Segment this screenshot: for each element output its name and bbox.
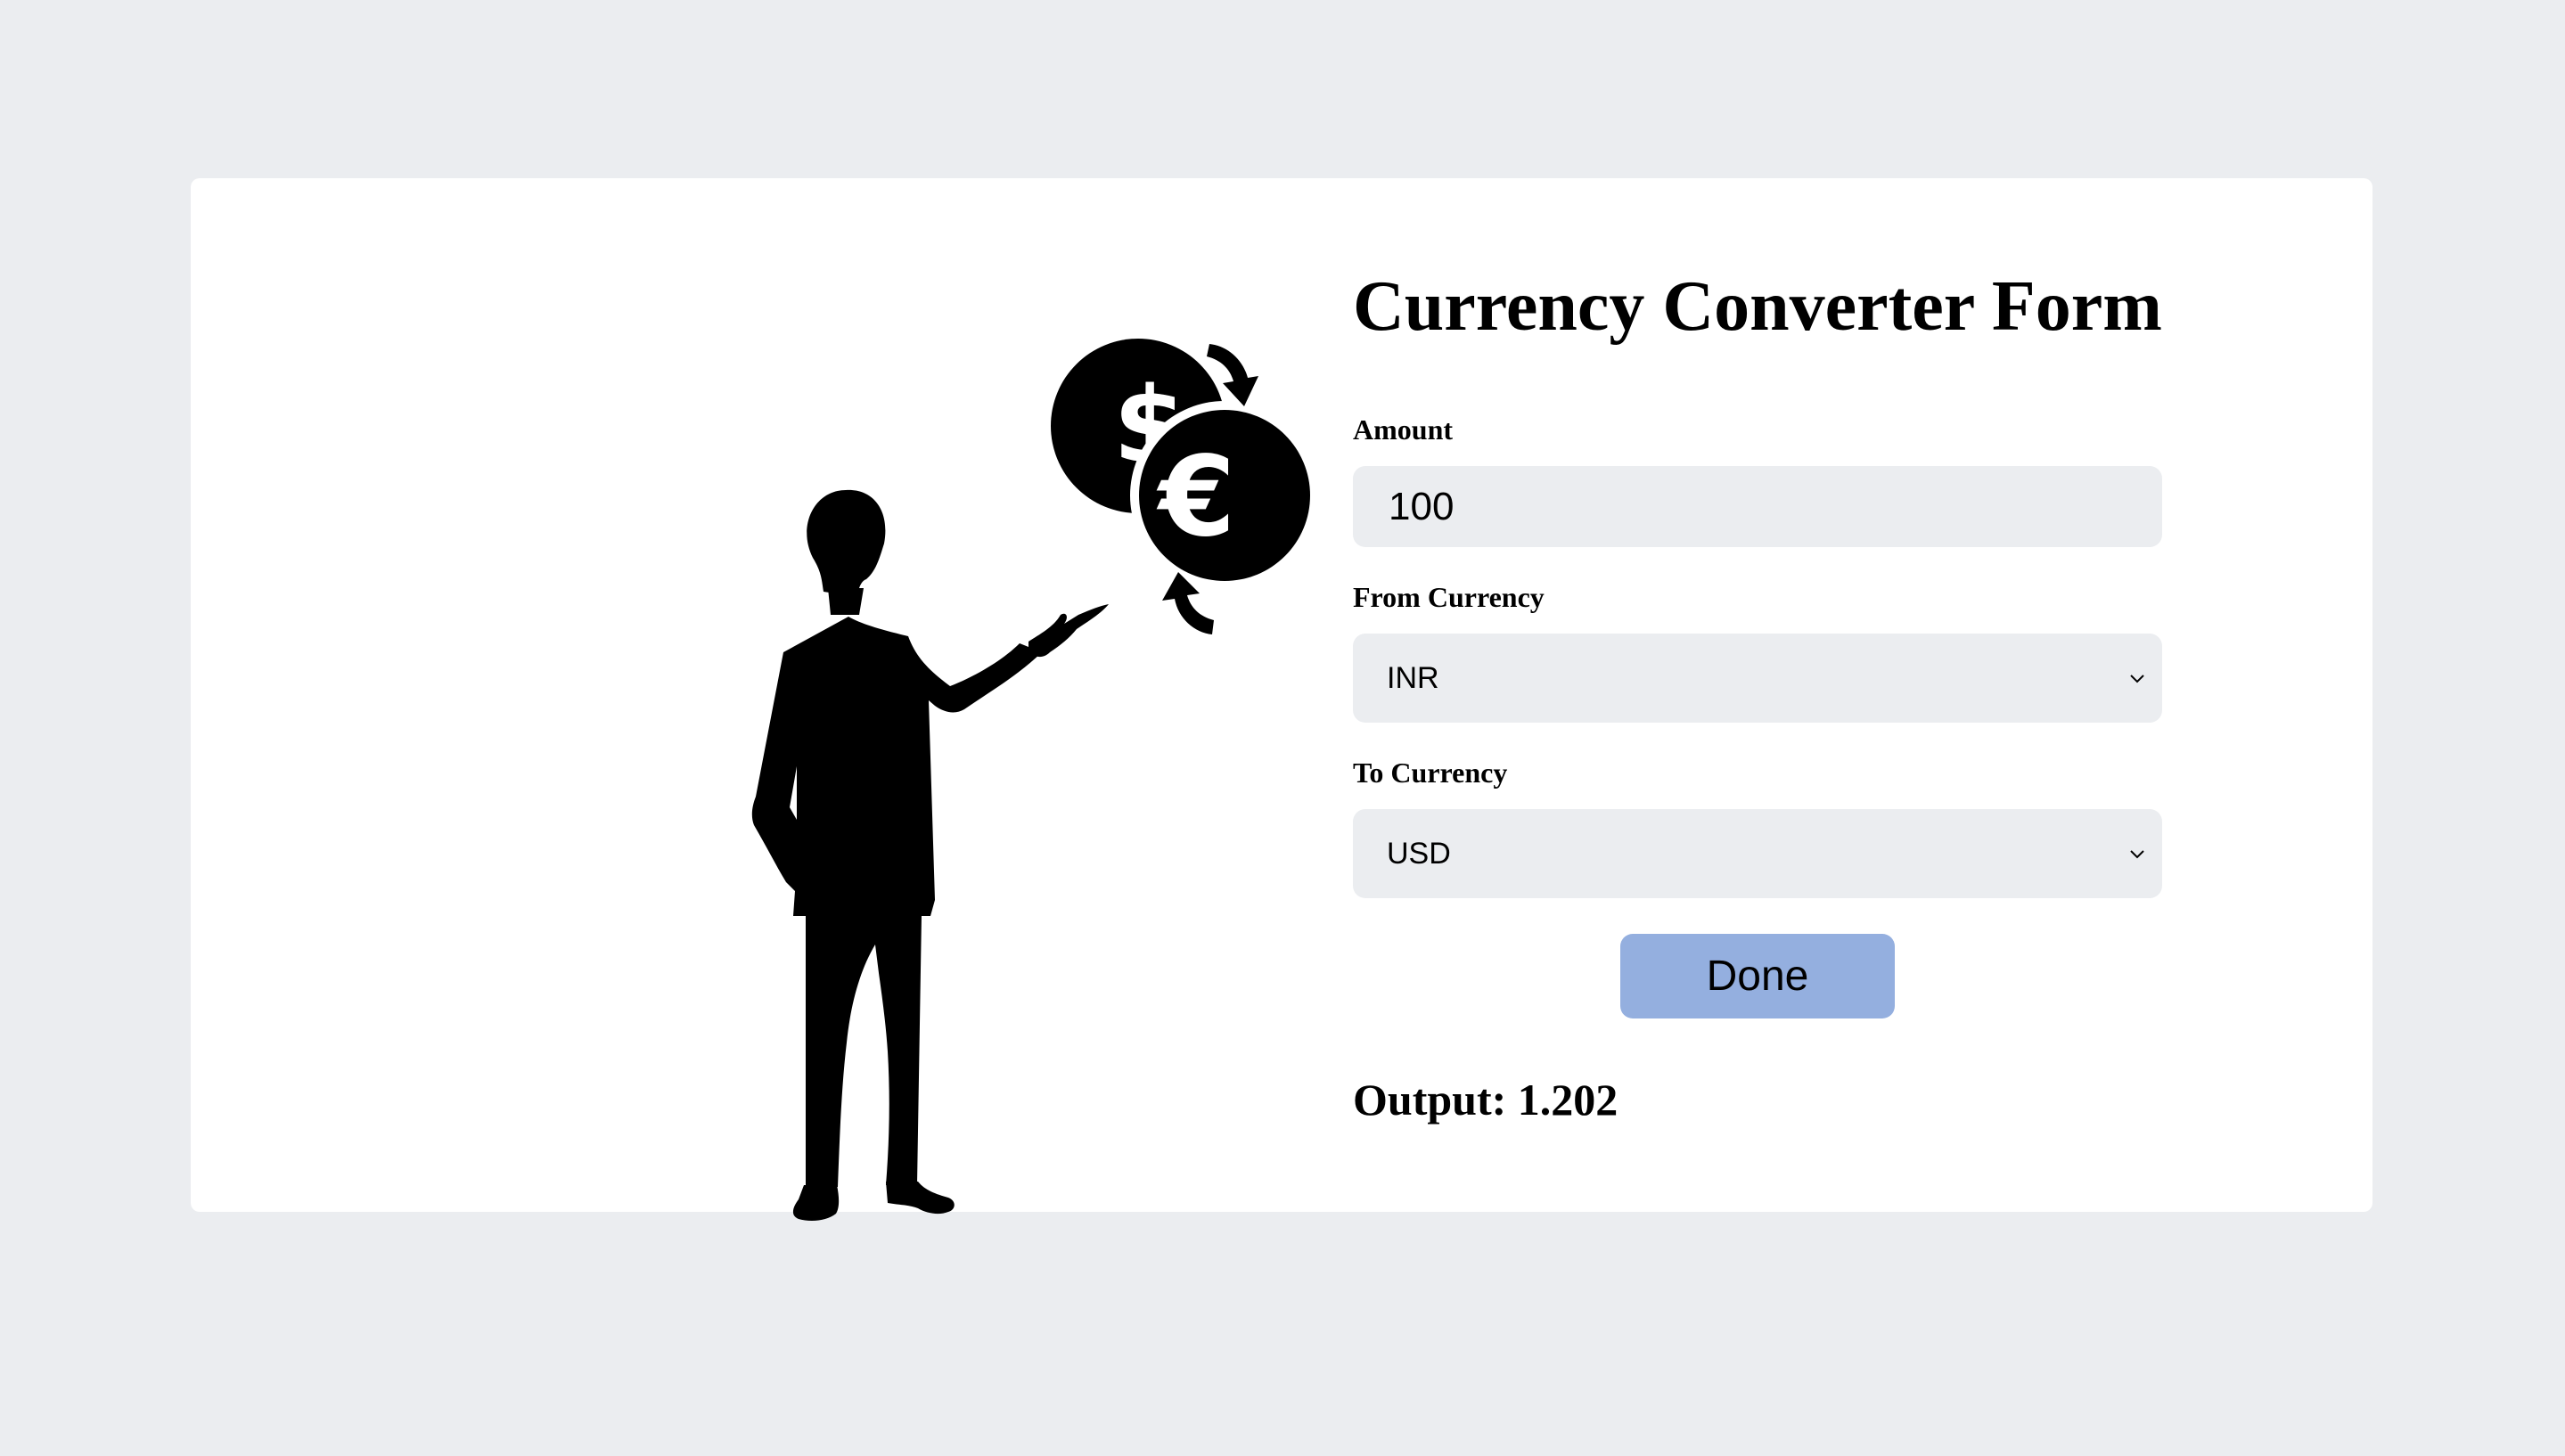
euro-coin-icon: € <box>1130 401 1319 590</box>
output-label: Output: <box>1353 1075 1507 1125</box>
output-value: 1.202 <box>1517 1075 1618 1125</box>
output-result: Output: 1.202 <box>1353 1073 1618 1126</box>
converter-card: $ € Currency Converter Form Amount From … <box>191 178 2372 1221</box>
done-button[interactable]: Done <box>1620 934 1895 1018</box>
currency-exchange-illustration: $ € <box>529 321 1403 1240</box>
chevron-down-icon <box>2130 850 2144 859</box>
to-currency-value: USD <box>1387 836 1451 871</box>
businessman-silhouette <box>751 489 1109 1221</box>
from-currency-label: From Currency <box>1353 581 1545 613</box>
svg-text:€: € <box>1156 433 1235 561</box>
from-currency-select[interactable]: INR <box>1353 634 2162 723</box>
to-currency-label: To Currency <box>1353 757 1508 789</box>
to-currency-select[interactable]: USD <box>1353 809 2162 898</box>
chevron-down-icon <box>2130 675 2144 683</box>
amount-input[interactable] <box>1353 466 2162 547</box>
from-currency-value: INR <box>1387 660 1439 695</box>
form-title: Currency Converter Form <box>1353 267 2162 346</box>
amount-label: Amount <box>1353 413 1454 446</box>
